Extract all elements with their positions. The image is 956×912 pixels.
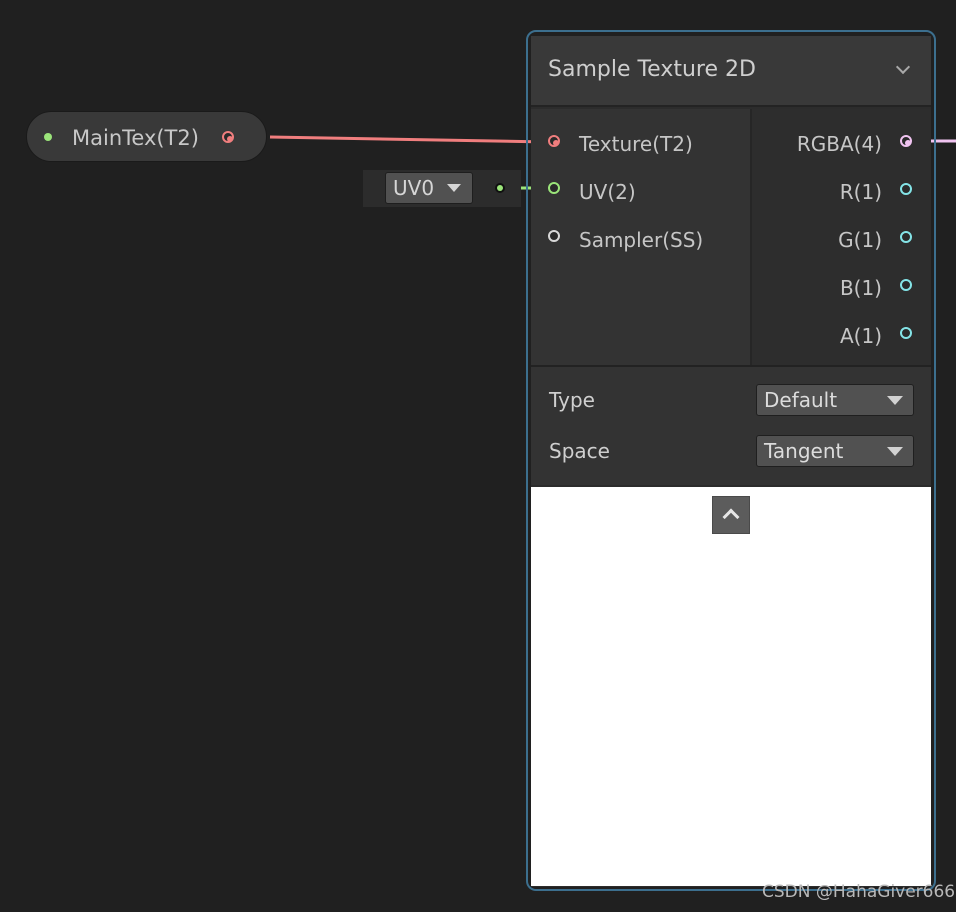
uv-input-port[interactable] (548, 182, 560, 194)
sampler-input-port[interactable] (548, 230, 560, 242)
node-title: Sample Texture 2D (548, 57, 756, 82)
g-output-label: G(1) (838, 228, 882, 252)
r-output-label: R(1) (839, 180, 882, 204)
texture-input-port[interactable] (548, 135, 560, 147)
rgba-output-label: RGBA(4) (796, 132, 882, 156)
rgba-output-port[interactable] (900, 135, 912, 147)
preview-collapse-button[interactable] (712, 496, 750, 534)
watermark: CSDN @HahaGiver666 (762, 882, 956, 902)
space-dropdown-value: Tangent (764, 439, 844, 463)
property-node-label: MainTex(T2) (72, 126, 199, 150)
property-type-dot-icon (44, 133, 52, 141)
g-output-port[interactable] (900, 231, 912, 243)
uv-inline-output-port[interactable] (495, 183, 505, 193)
type-dropdown-value: Default (764, 388, 838, 412)
b-output-port[interactable] (900, 279, 912, 291)
a-output-port[interactable] (900, 327, 912, 339)
sampler-input-label: Sampler(SS) (579, 228, 704, 252)
uv-channel-value: UV0 (393, 176, 435, 200)
space-label: Space (549, 439, 610, 463)
b-output-label: B(1) (839, 276, 882, 300)
texture-input-label: Texture(T2) (579, 132, 693, 156)
space-dropdown-caret-icon (887, 447, 903, 456)
a-output-label: A(1) (839, 324, 882, 348)
type-dropdown-caret-icon (887, 396, 903, 405)
maintex-output-port[interactable] (222, 131, 234, 143)
texture-preview (531, 487, 931, 886)
chevron-up-icon (722, 508, 740, 526)
r-output-port[interactable] (900, 183, 912, 195)
edge-maintex-to-texture (269, 135, 549, 144)
uv-input-label: UV(2) (579, 180, 636, 204)
uv-dropdown-caret-icon (447, 184, 461, 192)
type-label: Type (549, 388, 595, 412)
